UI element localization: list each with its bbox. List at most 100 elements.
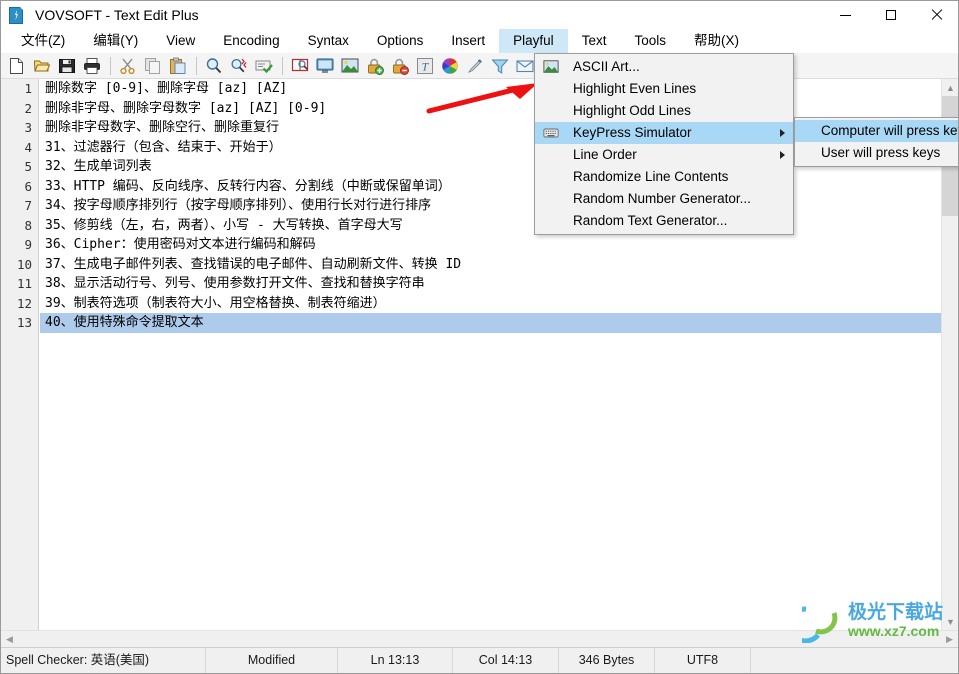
close-button[interactable] [913,1,958,29]
menu-text[interactable]: Text [568,29,621,53]
menu-item-label: Highlight Even Lines [573,81,697,96]
code-line[interactable]: 40、使用特殊命令提取文本 [40,313,941,333]
scroll-left-icon[interactable]: ◀ [1,631,18,648]
submenuitem-user-will-press-keys[interactable]: User will press keys [795,142,958,164]
menuitem-keypress-simulator[interactable]: KeyPress Simulator [535,122,793,144]
status-encoding[interactable]: UTF8 [655,648,751,673]
scroll-down-icon[interactable]: ▼ [942,613,958,630]
menu-bar: 文件(Z) 编辑(Y) View Encoding Syntax Options Inser… [1,29,958,53]
filter-button[interactable] [488,54,512,78]
menu-item-label: Random Number Generator... [573,191,751,206]
menuitem-random-number-generator[interactable]: Random Number Generator... [535,188,793,210]
editor-horizontal-scrollbar[interactable]: ◀ ▶ [1,630,958,647]
menu-item-label: Randomize Line Contents [573,169,729,184]
line-number: 6 [24,178,32,194]
chevron-right-icon [780,151,785,159]
highlight-button[interactable] [463,54,487,78]
status-bytes[interactable]: 346 Bytes [559,648,655,673]
preview-button[interactable] [313,54,337,78]
open-file-button[interactable] [30,54,54,78]
menuitem-ascii-art[interactable]: ASCII Art... [535,56,793,78]
status-column[interactable]: Col 14:13 [453,648,559,673]
maximize-icon [885,10,896,20]
code-line[interactable]: 39、制表符选项（制表符大小、用空格替换、制表符缩进） [40,294,941,314]
menu-item-label: Line Order [573,147,637,162]
menuitem-random-text-generator[interactable]: Random Text Generator... [535,210,793,232]
line-number: 1 [24,81,32,96]
paste-button[interactable] [166,54,190,78]
toolbar: T [1,53,958,79]
code-line[interactable]: 36、Cipher：使用密码对文本进行编码和解码 [40,235,941,255]
maximize-button[interactable] [868,1,913,29]
line-number: 7 [24,198,32,213]
minimize-icon [840,14,851,16]
font-button[interactable]: T [413,54,437,78]
status-line[interactable]: Ln 13:13 [338,648,453,673]
title-bar: VOVSOFT - Text Edit Plus [1,1,958,29]
dictionary-button[interactable] [288,54,312,78]
line-number: 5 [24,159,32,174]
line-number: 12 [16,295,32,311]
code-line[interactable]: 38、显示活动行号、列号、使用参数打开文件、查找和替换字符串 [40,274,941,294]
menu-edit[interactable]: 编辑(Y) [79,29,152,53]
chevron-right-icon [780,129,785,137]
menuitem-highlight-even-lines[interactable]: Highlight Even Lines [535,78,793,100]
color-button[interactable] [438,54,462,78]
menu-playful[interactable]: Playful [499,29,568,53]
menuitem-line-order[interactable]: Line Order [535,144,793,166]
print-button[interactable] [80,54,104,78]
status-modified[interactable]: Modified [206,648,338,673]
menu-item-label: Random Text Generator... [573,213,728,228]
line-number: 4 [24,139,32,155]
menu-view[interactable]: View [152,29,209,53]
minimize-button[interactable] [823,1,868,29]
copy-button[interactable] [141,54,165,78]
menu-options[interactable]: Options [363,29,438,53]
save-button[interactable] [55,54,79,78]
line-number: 13 [16,315,32,330]
scroll-right-icon[interactable]: ▶ [941,631,958,648]
new-file-button[interactable] [5,54,29,78]
menu-insert[interactable]: Insert [437,29,499,53]
menu-item-label: Highlight Odd Lines [573,103,691,118]
code-line[interactable]: 删除非字母、删除字母数字 [az] [AZ] [0-9] [40,99,941,119]
window-title: VOVSOFT - Text Edit Plus [35,7,199,23]
scroll-up-icon[interactable]: ▲ [942,79,958,96]
menu-file[interactable]: 文件(Z) [7,29,79,53]
line-number: 11 [16,276,32,291]
code-line[interactable]: 删除数字 [0-9]、删除字母 [az] [AZ] [40,79,941,99]
image-icon [543,59,559,75]
code-line[interactable]: 37、生成电子邮件列表、查找错误的电子邮件、自动刷新文件、转换 ID [40,255,941,275]
menuitem-highlight-odd-lines[interactable]: Highlight Odd Lines [535,100,793,122]
toolbar-separator-3 [282,56,283,75]
decrypt-button[interactable] [388,54,412,78]
menu-syntax[interactable]: Syntax [294,29,363,53]
spell-check-button[interactable] [252,54,276,78]
menu-encoding[interactable]: Encoding [209,29,293,53]
line-number-gutter: 1 2 3 4 5 6 7 8 9 10 11 12 13 [1,79,39,630]
line-number: 2 [24,100,32,116]
line-number: 3 [24,120,32,135]
toolbar-separator-2 [196,56,197,75]
code-line[interactable]: 35、修剪线（左，右，两者）、小写 - 大写转换、首字母大写 [40,216,941,236]
menu-help[interactable]: 帮助(X) [680,29,753,53]
close-icon [930,9,942,21]
replace-button[interactable] [227,54,251,78]
menuitem-randomize-line-contents[interactable]: Randomize Line Contents [535,166,793,188]
toolbar-separator-1 [110,56,111,75]
line-number: 8 [24,217,32,233]
keypress-simulator-submenu: Computer will press keys User will press … [794,117,958,167]
app-document-icon [9,6,26,24]
line-number: 9 [24,237,32,252]
keyboard-icon [543,125,559,141]
submenuitem-computer-will-press-keys[interactable]: Computer will press keys [795,120,958,142]
menu-tools[interactable]: Tools [620,29,680,53]
window-controls [823,1,958,29]
find-button[interactable] [202,54,226,78]
encrypt-button[interactable] [363,54,387,78]
status-spell-checker[interactable]: Spell Checker: 英语(美国) [1,648,206,673]
ascii-art-button[interactable] [338,54,362,78]
code-line[interactable]: 33、HTTP 编码、反向线序、反转行内容、分割线（中断或保留单词） [40,177,941,197]
cut-button[interactable] [116,54,140,78]
code-line[interactable]: 34、按字母顺序排列行（按字母顺序排列）、使用行长对行进行排序 [40,196,941,216]
